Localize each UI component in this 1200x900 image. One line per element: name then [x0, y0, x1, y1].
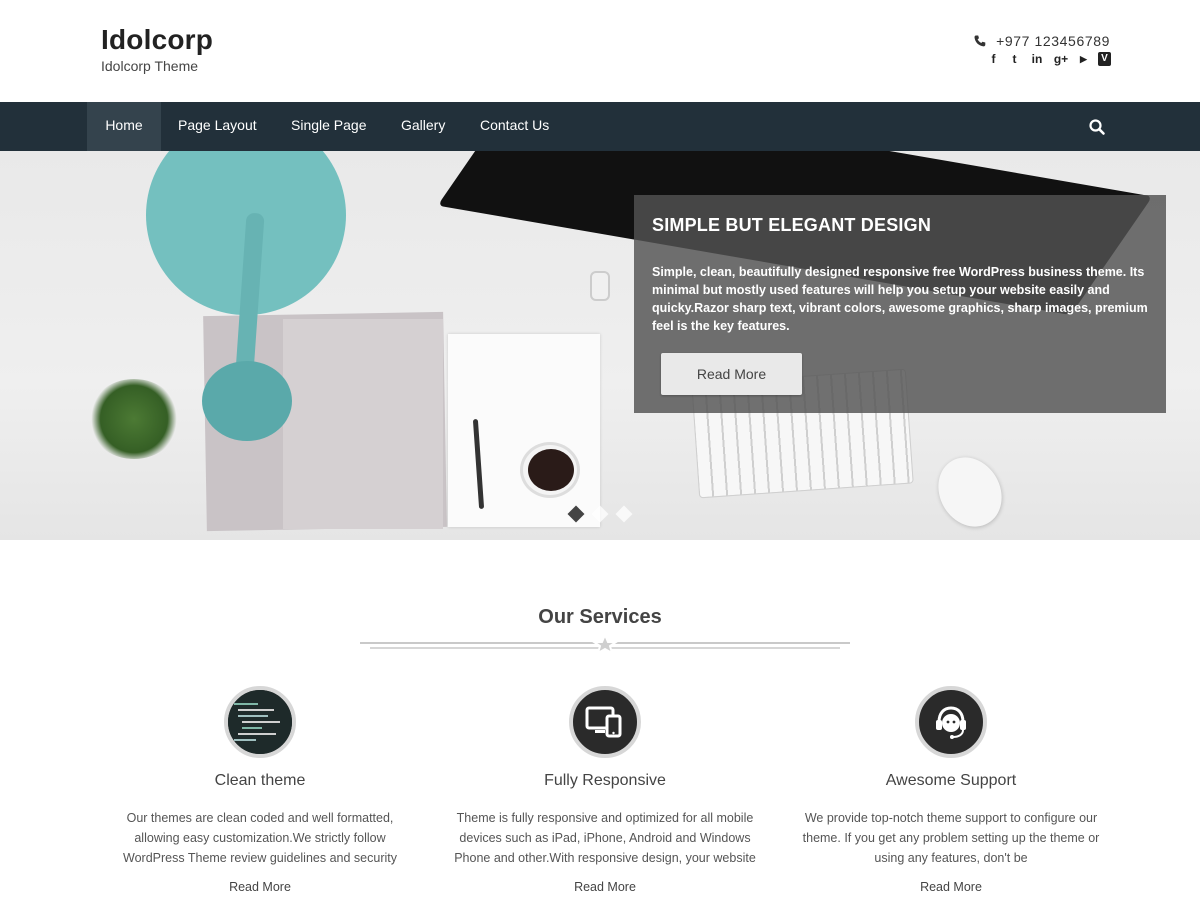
service-title: Clean theme — [214, 772, 306, 789]
slider-dot-3[interactable] — [615, 505, 633, 523]
service-read-more-link[interactable]: Read More — [440, 880, 770, 894]
devices-graphic — [585, 706, 622, 738]
nav-item-label: Contact Us — [480, 117, 550, 133]
facebook-icon[interactable]: f — [987, 52, 1000, 66]
coffee-image — [528, 449, 574, 491]
code-screen-graphic — [228, 690, 292, 754]
folder-page-image — [283, 319, 443, 529]
service-read-more-link[interactable]: Read More — [95, 880, 425, 894]
service-description: Theme is fully responsive and optimized … — [454, 811, 756, 865]
twitter-icon[interactable]: t — [1008, 52, 1021, 66]
phone-icon — [974, 35, 986, 47]
search-icon[interactable] — [1088, 118, 1106, 136]
nav-item-contact-us[interactable]: Contact Us — [480, 102, 549, 151]
star-divider — [360, 634, 850, 654]
notepad-image — [448, 334, 600, 527]
main-navigation: Home Page Layout Single Page Gallery Con… — [0, 102, 1200, 151]
cable-image — [590, 271, 610, 301]
site-title[interactable]: Idolcorp — [101, 24, 213, 56]
plant-image — [88, 379, 180, 459]
nav-item-single-page[interactable]: Single Page — [291, 102, 367, 151]
nav-item-label: Single Page — [291, 117, 367, 133]
service-card-clean-theme: Clean theme Our themes are clean coded a… — [95, 686, 425, 894]
lamp-head-image — [202, 361, 292, 441]
linkedin-icon[interactable]: in — [1029, 52, 1045, 66]
service-card-fully-responsive: Fully Responsive Theme is fully responsi… — [440, 686, 770, 894]
service-card-awesome-support: Awesome Support We provide top-notch the… — [786, 686, 1116, 894]
service-description: Our themes are clean coded and well form… — [123, 811, 397, 865]
slider-dot-1[interactable] — [567, 505, 585, 523]
mouse-image — [926, 445, 1014, 539]
service-read-more-link[interactable]: Read More — [786, 880, 1116, 894]
devices-icon — [569, 686, 641, 758]
service-description: We provide top-notch theme support to co… — [802, 811, 1100, 865]
vimeo-icon[interactable]: V — [1098, 52, 1111, 66]
service-title: Awesome Support — [885, 772, 1017, 789]
youtube-icon[interactable]: ▶ — [1077, 52, 1090, 66]
nav-item-page-layout[interactable]: Page Layout — [178, 102, 257, 151]
slider-dot-2[interactable] — [591, 505, 609, 523]
nav-item-label: Page Layout — [178, 117, 257, 133]
nav-item-home[interactable]: Home — [87, 102, 161, 151]
nav-item-gallery[interactable]: Gallery — [401, 102, 445, 151]
social-links: f t in g+ ▶ V — [987, 52, 1111, 66]
service-title: Fully Responsive — [544, 772, 666, 789]
headset-support-icon — [915, 686, 987, 758]
headset-graphic — [936, 706, 966, 739]
slide-title: SIMPLE BUT ELEGANT DESIGN — [652, 215, 932, 235]
phone-number[interactable]: +977 123456789 — [996, 33, 1110, 49]
site-description: Idolcorp Theme — [101, 58, 199, 74]
slider-pagination — [567, 505, 633, 523]
slide-text: Simple, clean, beautifully designed resp… — [652, 265, 1148, 333]
nav-item-label: Home — [105, 117, 143, 133]
services-heading: Our Services — [538, 606, 662, 628]
read-more-button[interactable]: Read More — [661, 353, 802, 395]
slide-caption: SIMPLE BUT ELEGANT DESIGN Simple, clean,… — [634, 195, 1166, 413]
phone-contact: +977 123456789 — [974, 33, 1110, 49]
site-header: Idolcorp Idolcorp Theme +977 123456789 f… — [0, 0, 1200, 102]
code-screen-icon — [224, 686, 296, 758]
hero-slider: SIMPLE BUT ELEGANT DESIGN Simple, clean,… — [0, 151, 1200, 540]
nav-item-label: Gallery — [401, 117, 446, 133]
google-plus-icon[interactable]: g+ — [1053, 52, 1069, 66]
